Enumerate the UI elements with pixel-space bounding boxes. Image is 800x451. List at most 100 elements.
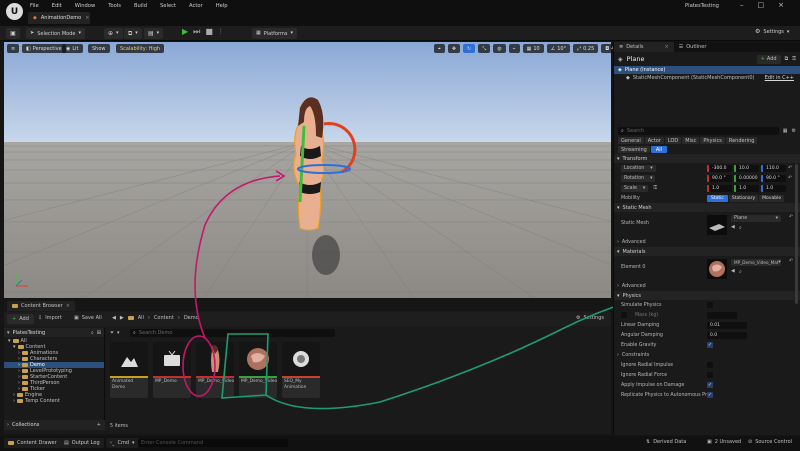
linear-damping-field[interactable]: 0.01 <box>707 321 747 329</box>
browse-asset-icon[interactable]: ◀ <box>731 225 735 230</box>
scale-snap-button[interactable]: ⤢ 0.25 <box>573 44 599 53</box>
content-drawer-button[interactable]: Content Drawer <box>4 438 61 448</box>
scale-mode-icon[interactable]: ⤡ <box>478 44 491 53</box>
location-x-field[interactable]: -300.0 <box>707 164 732 172</box>
play-icon[interactable]: ▶ <box>182 28 188 36</box>
console-input[interactable]: Enter Console Command <box>138 439 288 447</box>
breadcrumb-demo[interactable]: Demo <box>184 315 199 321</box>
static-mesh-advanced[interactable]: › Advanced <box>614 238 800 247</box>
mobility-movable[interactable]: Movable <box>759 194 785 202</box>
lock-icon[interactable]: ⚿ <box>653 185 657 191</box>
asset-search-field[interactable]: ⌕ Search Demo <box>130 329 335 337</box>
simulate-physics-checkbox[interactable] <box>707 302 713 308</box>
close-tab-icon[interactable]: × <box>665 44 669 50</box>
asset-tile[interactable]: Animated Demo <box>110 342 148 398</box>
filter-actor[interactable]: Actor <box>644 137 664 144</box>
add-button[interactable]: + Add <box>7 314 34 324</box>
physics-section-header[interactable]: ▾ Physics <box>614 291 800 300</box>
material-dropdown[interactable]: MP_Demo_Video_Mat ▾ <box>731 259 781 266</box>
asset-tile[interactable]: MP_Demo_Video <box>196 342 234 398</box>
rotate-mode-icon[interactable]: ↻ <box>463 44 476 53</box>
output-log-button[interactable]: ▤ Output Log <box>60 438 104 448</box>
rotation-dropdown[interactable]: Rotation ▾ <box>621 174 656 182</box>
lit-button[interactable]: ◉ Lit <box>62 44 83 53</box>
more-options-icon[interactable]: ⋮ <box>218 29 224 35</box>
scale-z-field[interactable]: 1.0 <box>761 184 786 192</box>
static-mesh-section-header[interactable]: ▾ Static Mesh <box>614 203 800 212</box>
scale-y-field[interactable]: 1.0 <box>734 184 759 192</box>
asset-tile[interactable]: MP_Demo_Video_Mat <box>239 342 277 398</box>
asset-tile[interactable]: SEQ_My Animation <box>282 342 320 398</box>
back-icon[interactable]: ◀ <box>112 315 116 321</box>
angle-snap-button[interactable]: ∠ 10° <box>546 44 571 53</box>
gear-icon[interactable]: ⚙ <box>792 128 796 134</box>
find-asset-icon[interactable]: ⌕ <box>739 269 742 275</box>
grid-view-icon[interactable]: ▦ <box>783 128 788 134</box>
materials-advanced[interactable]: › Advanced <box>614 282 800 291</box>
menu-window[interactable]: Window <box>75 3 95 9</box>
component-row-mesh[interactable]: ◆ StaticMeshComponent (StaticMeshCompone… <box>614 74 800 82</box>
menu-build[interactable]: Build <box>134 3 147 9</box>
enable-gravity-checkbox[interactable]: ✓ <box>707 342 713 348</box>
unsaved-button[interactable]: ▣ 2 Unsaved <box>707 439 741 445</box>
platforms-dropdown[interactable]: ▦ Platforms ▾ <box>252 28 297 39</box>
component-row-instance[interactable]: ◈ Plane (Instance) <box>614 66 800 74</box>
edit-cpp-link[interactable]: Edit in C++ <box>765 75 794 81</box>
location-z-field[interactable]: 110.0 <box>761 164 786 172</box>
forward-icon[interactable]: ▶ <box>120 315 124 321</box>
ignore-radial-force-checkbox[interactable] <box>707 372 713 378</box>
cmd-dropdown[interactable]: ›_ Cmd ▾ <box>106 438 139 448</box>
search-icon[interactable]: ⌕ <box>91 330 94 336</box>
move-mode-icon[interactable]: ✥ <box>447 44 461 53</box>
add-collection-icon[interactable]: + <box>97 422 101 428</box>
scale-x-field[interactable]: 1.0 <box>707 184 732 192</box>
replicate-physics-checkbox[interactable]: ✓ <box>707 392 713 398</box>
angular-damping-field[interactable]: 0.0 <box>707 331 747 339</box>
mobility-static[interactable]: Static <box>707 194 728 202</box>
find-asset-icon[interactable]: ⌕ <box>739 225 742 231</box>
level-tab[interactable]: ◆ AnimationDemo × <box>28 12 90 24</box>
rotation-z-field[interactable]: 90.0 ° <box>761 174 786 182</box>
stop-icon[interactable]: ■ <box>205 28 213 36</box>
breadcrumb-all[interactable]: All <box>138 315 144 321</box>
asset-tile[interactable]: MP_Demo <box>153 342 191 398</box>
close-window-icon[interactable]: × <box>778 1 784 9</box>
apply-impulse-checkbox[interactable]: ✓ <box>707 382 713 388</box>
tree-item-temp-content[interactable]: › Temp Content <box>4 398 104 404</box>
quick-add-button[interactable]: ⊕ ▾ <box>104 28 123 39</box>
filter-physics[interactable]: Physics <box>700 137 725 144</box>
blueprints-button[interactable]: ⧉ ▾ <box>124 28 142 39</box>
grid-snap-button[interactable]: ▦ 10 <box>522 44 544 53</box>
select-mode-icon[interactable]: ⌖ <box>434 44 445 53</box>
surface-snap-icon[interactable]: ⌁ <box>508 44 520 53</box>
details-search-field[interactable]: ⌕ Search <box>618 127 779 135</box>
details-tab[interactable]: ≣ Details × <box>614 42 674 52</box>
rotation-y-field[interactable]: 0.00000 <box>734 174 759 182</box>
material-thumbnail[interactable] <box>707 259 727 279</box>
outliner-tab[interactable]: ☰ Outliner <box>674 42 712 52</box>
blueprint-icon[interactable]: ⧉ <box>785 56 789 62</box>
mobility-stationary[interactable]: Stationary <box>728 194 759 202</box>
world-space-icon[interactable]: ◍ <box>493 44 506 53</box>
selection-mode-dropdown[interactable]: ➤ Selection Mode ▾ <box>26 28 85 39</box>
location-y-field[interactable]: 10.0 <box>734 164 759 172</box>
reset-icon[interactable]: ↶ <box>789 215 793 220</box>
content-browser-tab[interactable]: Content Browser × <box>7 300 75 311</box>
transform-section-header[interactable]: ▾ Transform <box>614 154 800 163</box>
save-all-button[interactable]: ▣ Save All <box>74 315 102 321</box>
settings-button[interactable]: ⚙ Settings ▾ <box>755 29 789 36</box>
add-component-button[interactable]: + Add <box>756 54 781 64</box>
static-mesh-thumbnail[interactable] <box>707 215 727 235</box>
cinematics-button[interactable]: ▤ ▾ <box>144 28 164 39</box>
menu-help[interactable]: Help <box>216 3 228 9</box>
minimize-icon[interactable]: – <box>740 1 744 9</box>
save-level-button[interactable]: ▣ <box>6 28 20 39</box>
details-scrollbar[interactable] <box>795 164 798 304</box>
derived-data-button[interactable]: ⇅ Derived Data <box>646 439 686 445</box>
filter-misc[interactable]: Misc <box>682 137 700 144</box>
mass-override-checkbox[interactable] <box>621 312 627 318</box>
menu-tools[interactable]: Tools <box>108 3 121 9</box>
ignore-radial-impulse-checkbox[interactable] <box>707 362 713 368</box>
menu-file[interactable]: File <box>30 3 39 9</box>
show-button[interactable]: Show <box>88 44 110 53</box>
